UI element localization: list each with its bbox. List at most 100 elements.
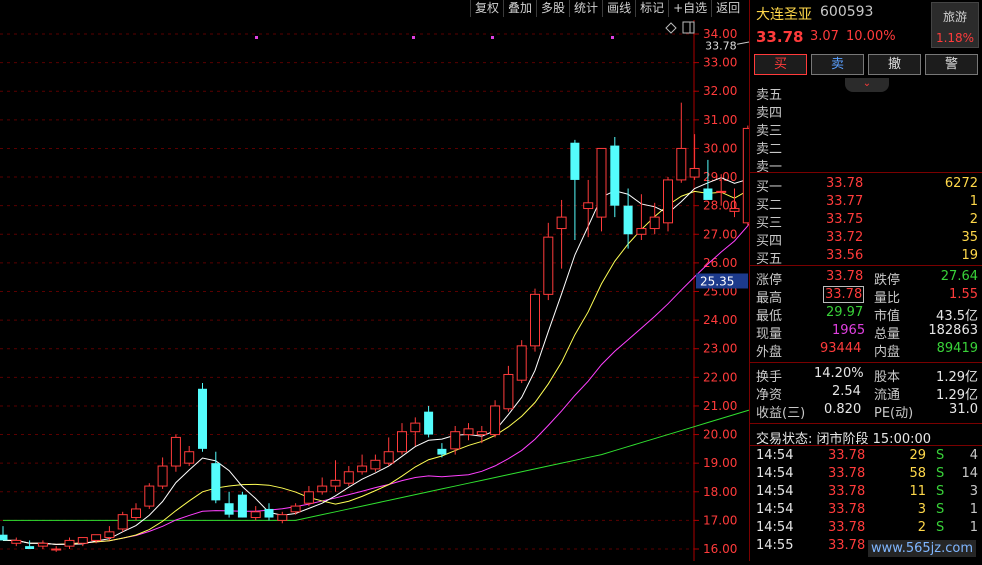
candle-body xyxy=(131,508,141,519)
sell-order-row: 卖三 xyxy=(756,124,783,139)
divider xyxy=(750,445,982,446)
sell-order-row: 卖一 xyxy=(756,160,783,175)
sell-button[interactable]: 卖 xyxy=(811,54,864,75)
tb-add-watchlist-button[interactable]: +自选 xyxy=(668,0,712,17)
candle-body xyxy=(424,411,434,435)
candle-body xyxy=(636,228,647,235)
y-tick-label: 21.00 xyxy=(703,399,737,413)
candle-body xyxy=(729,208,740,212)
high-label: 33.78 xyxy=(705,39,737,52)
tb-overlay-button[interactable]: 叠加 xyxy=(503,0,537,17)
divider xyxy=(750,265,982,266)
sell-orders: 卖五 卖四 卖三 卖二 卖一 xyxy=(750,83,982,175)
trade-status: 交易状态: 闭市阶段 15:00:00 xyxy=(750,427,982,447)
divider xyxy=(750,362,982,363)
candle-body xyxy=(649,216,660,230)
buy-button[interactable]: 买 xyxy=(754,54,807,75)
candle-body xyxy=(64,539,75,547)
sector-name: 旅游 xyxy=(942,10,967,24)
buy-order-row[interactable]: 买五 33.56 19 xyxy=(750,247,982,267)
stats-row: 涨停 33.78 跌停 27.64 xyxy=(756,269,978,288)
candle-body xyxy=(663,179,673,224)
candle-body xyxy=(37,542,48,547)
candle-body xyxy=(397,431,407,453)
candle-body xyxy=(51,548,62,551)
buy-orders: 买一 33.78 6272 买二 33.77 1 买三 33.75 2 买四 33.72 35 … xyxy=(750,175,982,267)
buy-order-row[interactable]: 买一 33.78 6272 xyxy=(750,175,982,195)
candle-body xyxy=(516,345,527,381)
stats-row: 最低 29.97 市值 43.5亿 xyxy=(756,305,978,324)
high-pointer xyxy=(737,39,759,45)
stock-code: 600593 xyxy=(820,4,874,20)
candle-body xyxy=(144,485,155,507)
candle-body xyxy=(623,205,633,235)
fund-row: 换手 14.20% 股本 1.29亿 xyxy=(756,366,978,385)
event-marker xyxy=(255,36,258,39)
tb-back-button[interactable]: 返回 xyxy=(711,0,745,17)
stats-row: 现量 1965 总量 182863 xyxy=(756,323,978,342)
panel-toggle-icon xyxy=(682,21,695,34)
tb-statistics-button[interactable]: 统计 xyxy=(569,0,603,17)
buy-order-row[interactable]: 买三 33.75 2 xyxy=(750,211,982,231)
event-marker xyxy=(611,36,614,39)
current-price-label: 25.35 xyxy=(700,274,734,288)
candle-body xyxy=(303,491,314,504)
candle-body xyxy=(610,145,620,206)
candle-body xyxy=(104,531,115,539)
candle-body xyxy=(703,188,713,200)
cancel-order-button[interactable]: 撤 xyxy=(868,54,921,75)
y-tick-label: 22.00 xyxy=(703,370,737,384)
quote-panel: 大连圣亚 600593 33.78 3.07 10.00% 旅游 1.18% 买… xyxy=(749,0,982,561)
tb-multi-stock-button[interactable]: 多股 xyxy=(536,0,570,17)
sell-order-row: 卖四 xyxy=(756,106,783,121)
candle-body xyxy=(583,202,594,210)
buy-order-row[interactable]: 买四 33.72 35 xyxy=(750,229,982,249)
candle-body xyxy=(556,216,567,230)
tb-fuquan-button[interactable]: 复权 xyxy=(470,0,504,17)
stock-name: 大连圣亚 xyxy=(756,7,812,23)
candle-body xyxy=(250,511,261,519)
y-tick-label: 30.00 xyxy=(703,141,737,155)
y-tick-label: 19.00 xyxy=(703,456,737,470)
y-tick-label: 16.00 xyxy=(703,542,737,556)
y-tick-label: 18.00 xyxy=(703,485,737,499)
candle-body xyxy=(476,431,487,436)
y-tick-label: 26.00 xyxy=(703,256,737,270)
candle-body xyxy=(596,147,607,218)
tick-list[interactable]: 14:54 33.78 29 S 4 14:54 33.78 58 S 14 14:54 33.7… xyxy=(750,447,982,555)
alert-button[interactable]: 警 xyxy=(925,54,978,75)
candle-body xyxy=(689,167,700,178)
watermark: www.565jz.com xyxy=(868,540,976,557)
tick-row: 14:54 33.78 29 S 4 xyxy=(756,448,978,463)
sector-badge[interactable]: 旅游 1.18% xyxy=(931,2,979,48)
candle-body xyxy=(277,514,288,521)
fund-row: 收益(三) 0.820 PE(动) 31.0 xyxy=(756,402,978,421)
tb-draw-line-button[interactable]: 画线 xyxy=(602,0,636,17)
sector-pct: 1.18% xyxy=(935,31,975,45)
y-tick-label: 24.00 xyxy=(703,313,737,327)
y-tick-label: 20.00 xyxy=(703,428,737,442)
candle-body xyxy=(570,142,580,180)
candle-body xyxy=(357,465,368,473)
candle-body xyxy=(198,388,207,449)
stats-row: 外盘 93444 内盘 89419 xyxy=(756,341,978,360)
tick-row: 14:54 33.78 11 S 3 xyxy=(756,484,978,499)
kline-svg[interactable]: 34.0033.0032.0031.0030.0029.0028.0027.00… xyxy=(0,0,767,561)
tick-row: 14:54 33.78 2 S 1 xyxy=(756,520,978,535)
candle-body xyxy=(317,485,328,493)
kline-chart[interactable]: 34.00 33.00 32.00 31.00 30.00 29.00 28.00 27.00… xyxy=(0,0,767,561)
candle-body xyxy=(490,405,501,436)
candle-body xyxy=(117,514,128,530)
candle-body xyxy=(11,539,22,544)
y-tick-label: 23.00 xyxy=(703,342,737,356)
buy-order-row[interactable]: 买二 33.77 1 xyxy=(750,193,982,213)
candle-body xyxy=(716,190,727,193)
stock-header: 大连圣亚 600593 33.78 3.07 10.00% 旅游 1.18% xyxy=(750,0,982,52)
candle-body xyxy=(237,494,247,518)
ma20-line xyxy=(3,207,762,545)
y-tick-label: 31.00 xyxy=(703,113,737,127)
tb-mark-button[interactable]: 标记 xyxy=(635,0,669,17)
candle-body xyxy=(450,431,461,450)
stock-pct: 10.00% xyxy=(846,29,896,44)
candle-body xyxy=(370,459,381,470)
